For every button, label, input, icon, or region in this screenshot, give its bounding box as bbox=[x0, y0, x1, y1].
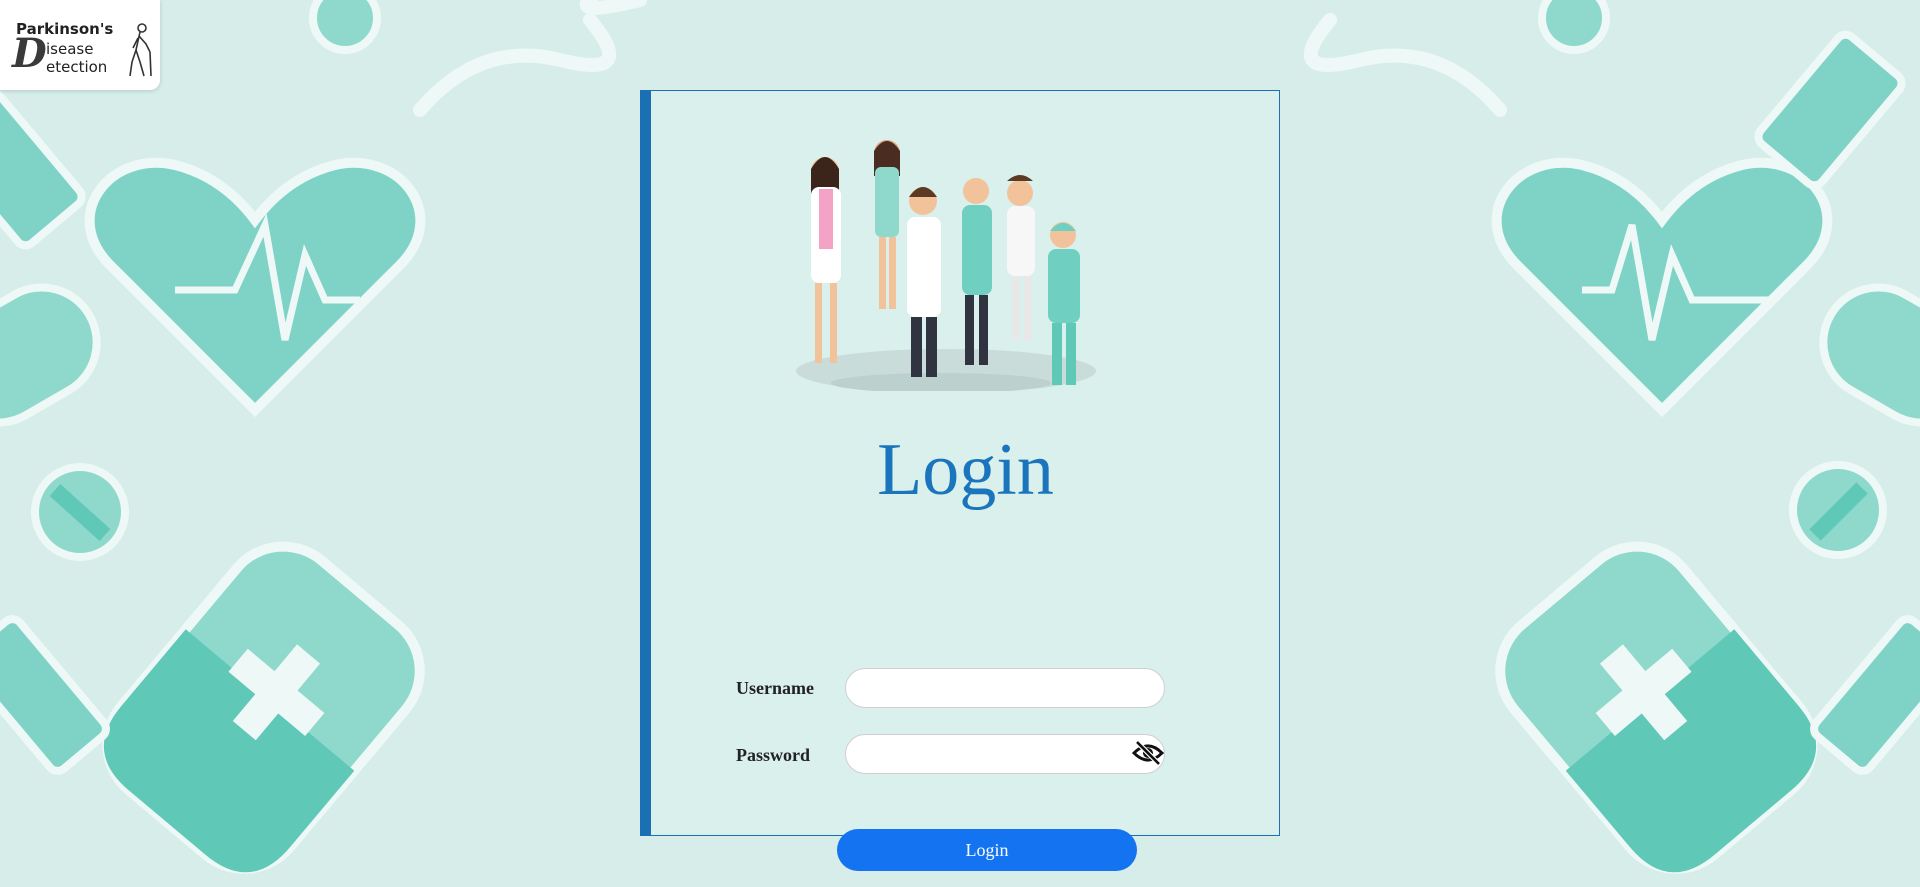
stethoscope-tube bbox=[413, 13, 617, 117]
logo-text-line2: isease bbox=[46, 40, 94, 58]
nurse-figure bbox=[874, 140, 900, 309]
doctor-figure bbox=[1007, 175, 1035, 341]
login-card: Login Username Password Login bbox=[640, 90, 1280, 871]
eye-slash-icon[interactable] bbox=[1132, 740, 1164, 766]
username-input[interactable] bbox=[845, 668, 1165, 708]
walking-person-icon bbox=[129, 23, 152, 77]
username-label: Username bbox=[736, 678, 814, 698]
app-logo: Parkinson's D isease etection bbox=[0, 0, 160, 90]
password-input[interactable] bbox=[845, 734, 1165, 774]
login-button[interactable]: Login bbox=[837, 829, 1137, 871]
doctor-figure bbox=[811, 157, 841, 363]
doctor-figure bbox=[962, 178, 992, 365]
iv-bag-right bbox=[1495, 541, 1818, 874]
password-label: Password bbox=[736, 745, 811, 765]
iv-bag-left bbox=[102, 541, 425, 874]
logo-big-letter: D bbox=[12, 30, 47, 77]
doctor-figure bbox=[907, 187, 941, 377]
page-title: Login bbox=[877, 429, 1054, 511]
heart-icon bbox=[84, 158, 426, 418]
logo-text-line3: etection bbox=[46, 58, 108, 76]
medical-team-illustration bbox=[796, 140, 1096, 391]
stethoscope-tube bbox=[1303, 13, 1507, 117]
